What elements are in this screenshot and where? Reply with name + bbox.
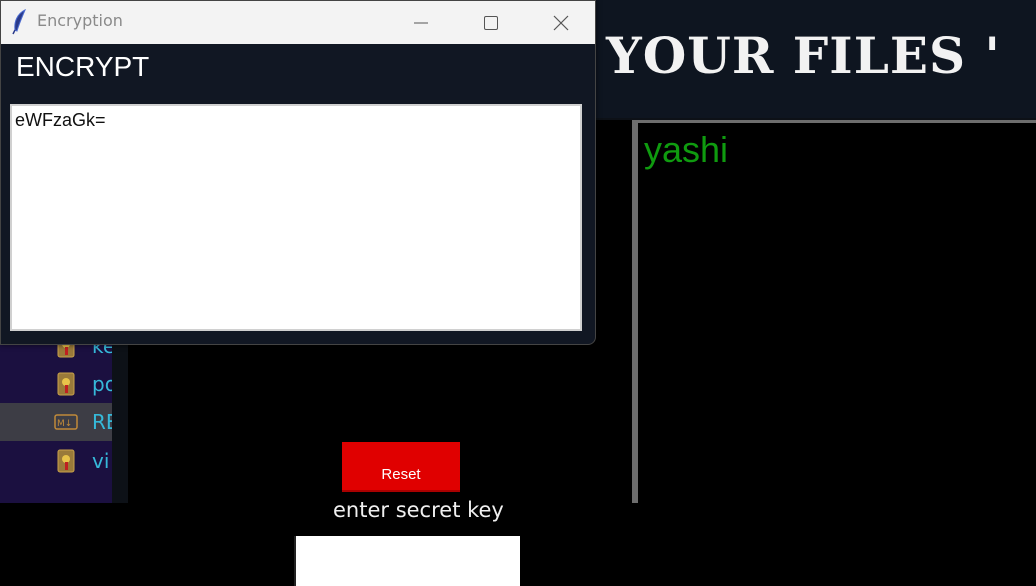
encrypt-heading: ENCRYPT	[16, 51, 150, 82]
file-item-po[interactable]: po	[0, 365, 112, 403]
key-file-icon	[54, 372, 78, 396]
secret-key-input[interactable]	[294, 536, 520, 586]
file-item-vi[interactable]: vi	[0, 442, 112, 480]
reset-button[interactable]: Reset	[342, 442, 460, 492]
secret-key-label: enter secret key	[333, 498, 504, 522]
file-name: po	[92, 372, 112, 396]
close-icon	[553, 15, 569, 30]
output-panel: yashi	[638, 120, 1036, 503]
maximize-icon	[484, 15, 498, 30]
file-item-re[interactable]: M↓ RE	[0, 403, 112, 441]
svg-text:M↓: M↓	[57, 419, 72, 429]
markdown-file-icon: M↓	[54, 410, 78, 434]
close-button[interactable]	[526, 1, 596, 44]
encryption-window: Encryption ENCRYPT eWFzaGk=	[0, 0, 596, 345]
minimize-icon	[414, 22, 428, 23]
output-text: yashi	[644, 129, 729, 170]
app-title: YOUR FILES '	[606, 26, 1001, 85]
file-name: vi	[92, 449, 110, 473]
window-titlebar[interactable]: Encryption	[1, 1, 595, 44]
minimize-button[interactable]	[386, 1, 456, 44]
encrypted-text-area[interactable]: eWFzaGk=	[10, 104, 582, 331]
feather-icon	[11, 8, 29, 39]
window-title: Encryption	[37, 11, 123, 30]
key-file-icon	[54, 449, 78, 473]
maximize-button[interactable]	[456, 1, 526, 44]
file-name: RE	[92, 410, 112, 434]
